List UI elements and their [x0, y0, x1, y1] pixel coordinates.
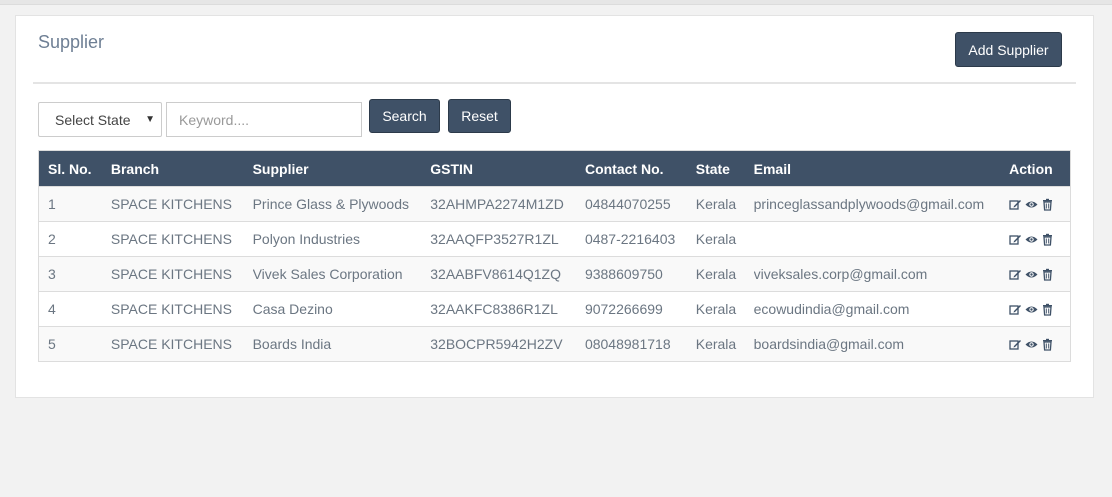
table-row: 3 SPACE KITCHENS Vivek Sales Corporation… — [39, 256, 1070, 291]
delete-icon[interactable] — [1041, 268, 1054, 281]
cell-sl-no: 2 — [48, 231, 56, 247]
cell-gstin: 32AHMPA2274M1ZD — [430, 196, 564, 212]
view-icon[interactable] — [1025, 303, 1038, 316]
view-icon[interactable] — [1025, 268, 1038, 281]
edit-icon[interactable] — [1009, 233, 1022, 246]
cell-state: Kerala — [695, 336, 737, 352]
supplier-table: Sl. No. Branch Supplier GSTIN Contact No… — [38, 150, 1071, 362]
delete-icon[interactable] — [1041, 338, 1054, 351]
header-state: State — [695, 160, 730, 177]
cell-gstin: 32BOCPR5942H2ZV — [430, 336, 563, 352]
delete-icon[interactable] — [1041, 233, 1054, 246]
cell-action — [1009, 233, 1070, 246]
cell-sl-no: 1 — [48, 196, 56, 212]
header-gstin: GSTIN — [430, 160, 474, 177]
divider — [33, 82, 1076, 84]
cell-contact: 04844070255 — [584, 196, 671, 212]
cell-contact: 0487-2216403 — [584, 231, 676, 247]
reset-button[interactable]: Reset — [448, 99, 511, 133]
cell-sl-no: 5 — [48, 336, 56, 352]
cell-branch: SPACE KITCHENS — [110, 301, 232, 317]
cell-email: viveksales.corp@gmail.com — [753, 266, 928, 282]
search-button[interactable]: Search — [369, 99, 440, 133]
cell-supplier: Polyon Industries — [252, 231, 360, 247]
cell-email: princeglassandplywoods@gmail.com — [753, 196, 985, 212]
page-title: Supplier — [38, 32, 105, 52]
top-bar — [0, 0, 1112, 5]
keyword-input[interactable] — [166, 102, 362, 137]
cell-state: Kerala — [695, 301, 737, 317]
cell-action — [1009, 303, 1070, 316]
table-row: 1 SPACE KITCHENS Prince Glass & Plywoods… — [39, 186, 1070, 221]
supplier-panel: Supplier Add Supplier Select State ▼ Sea… — [15, 15, 1094, 398]
cell-gstin: 32AAKFC8386R1ZL — [430, 301, 558, 317]
state-select[interactable]: Select State ▼ — [38, 102, 162, 137]
table-row: 4 SPACE KITCHENS Casa Dezino 32AAKFC8386… — [39, 291, 1070, 326]
cell-supplier: Prince Glass & Plywoods — [252, 196, 409, 212]
cell-email: boardsindia@gmail.com — [753, 336, 905, 352]
header-email: Email — [753, 160, 791, 177]
state-select-value: Select State — [55, 111, 131, 128]
view-icon[interactable] — [1025, 198, 1038, 211]
cell-action — [1009, 198, 1070, 211]
header-supplier: Supplier — [252, 160, 309, 177]
view-icon[interactable] — [1025, 233, 1038, 246]
cell-supplier: Casa Dezino — [252, 301, 333, 317]
cell-state: Kerala — [695, 196, 737, 212]
header-sl-no: Sl. No. — [48, 160, 92, 177]
cell-action — [1009, 268, 1070, 281]
edit-icon[interactable] — [1009, 268, 1022, 281]
chevron-down-icon: ▼ — [145, 114, 155, 125]
edit-icon[interactable] — [1009, 198, 1022, 211]
header-contact: Contact No. — [584, 160, 664, 177]
cell-contact: 9388609750 — [584, 266, 663, 282]
header-action: Action — [1009, 160, 1053, 177]
cell-sl-no: 4 — [48, 301, 56, 317]
cell-contact: 9072266699 — [584, 301, 663, 317]
table-row: 2 SPACE KITCHENS Polyon Industries 32AAQ… — [39, 221, 1070, 256]
edit-icon[interactable] — [1009, 338, 1022, 351]
add-supplier-button[interactable]: Add Supplier — [955, 32, 1062, 67]
cell-state: Kerala — [695, 266, 737, 282]
cell-contact: 08048981718 — [584, 336, 671, 352]
table-row: 5 SPACE KITCHENS Boards India 32BOCPR594… — [39, 326, 1070, 361]
cell-action — [1009, 338, 1070, 351]
cell-gstin: 32AABFV8614Q1ZQ — [430, 266, 561, 282]
table-header: Sl. No. Branch Supplier GSTIN Contact No… — [39, 151, 1070, 186]
view-icon[interactable] — [1025, 338, 1038, 351]
cell-branch: SPACE KITCHENS — [110, 336, 232, 352]
cell-supplier: Vivek Sales Corporation — [252, 266, 403, 282]
cell-branch: SPACE KITCHENS — [110, 266, 232, 282]
delete-icon[interactable] — [1041, 198, 1054, 211]
cell-branch: SPACE KITCHENS — [110, 196, 232, 212]
cell-branch: SPACE KITCHENS — [110, 231, 232, 247]
cell-supplier: Boards India — [252, 336, 332, 352]
cell-state: Kerala — [695, 231, 737, 247]
header-branch: Branch — [110, 160, 160, 177]
cell-email: ecowudindia@gmail.com — [753, 301, 910, 317]
cell-sl-no: 3 — [48, 266, 56, 282]
edit-icon[interactable] — [1009, 303, 1022, 316]
delete-icon[interactable] — [1041, 303, 1054, 316]
cell-gstin: 32AAQFP3527R1ZL — [430, 231, 559, 247]
